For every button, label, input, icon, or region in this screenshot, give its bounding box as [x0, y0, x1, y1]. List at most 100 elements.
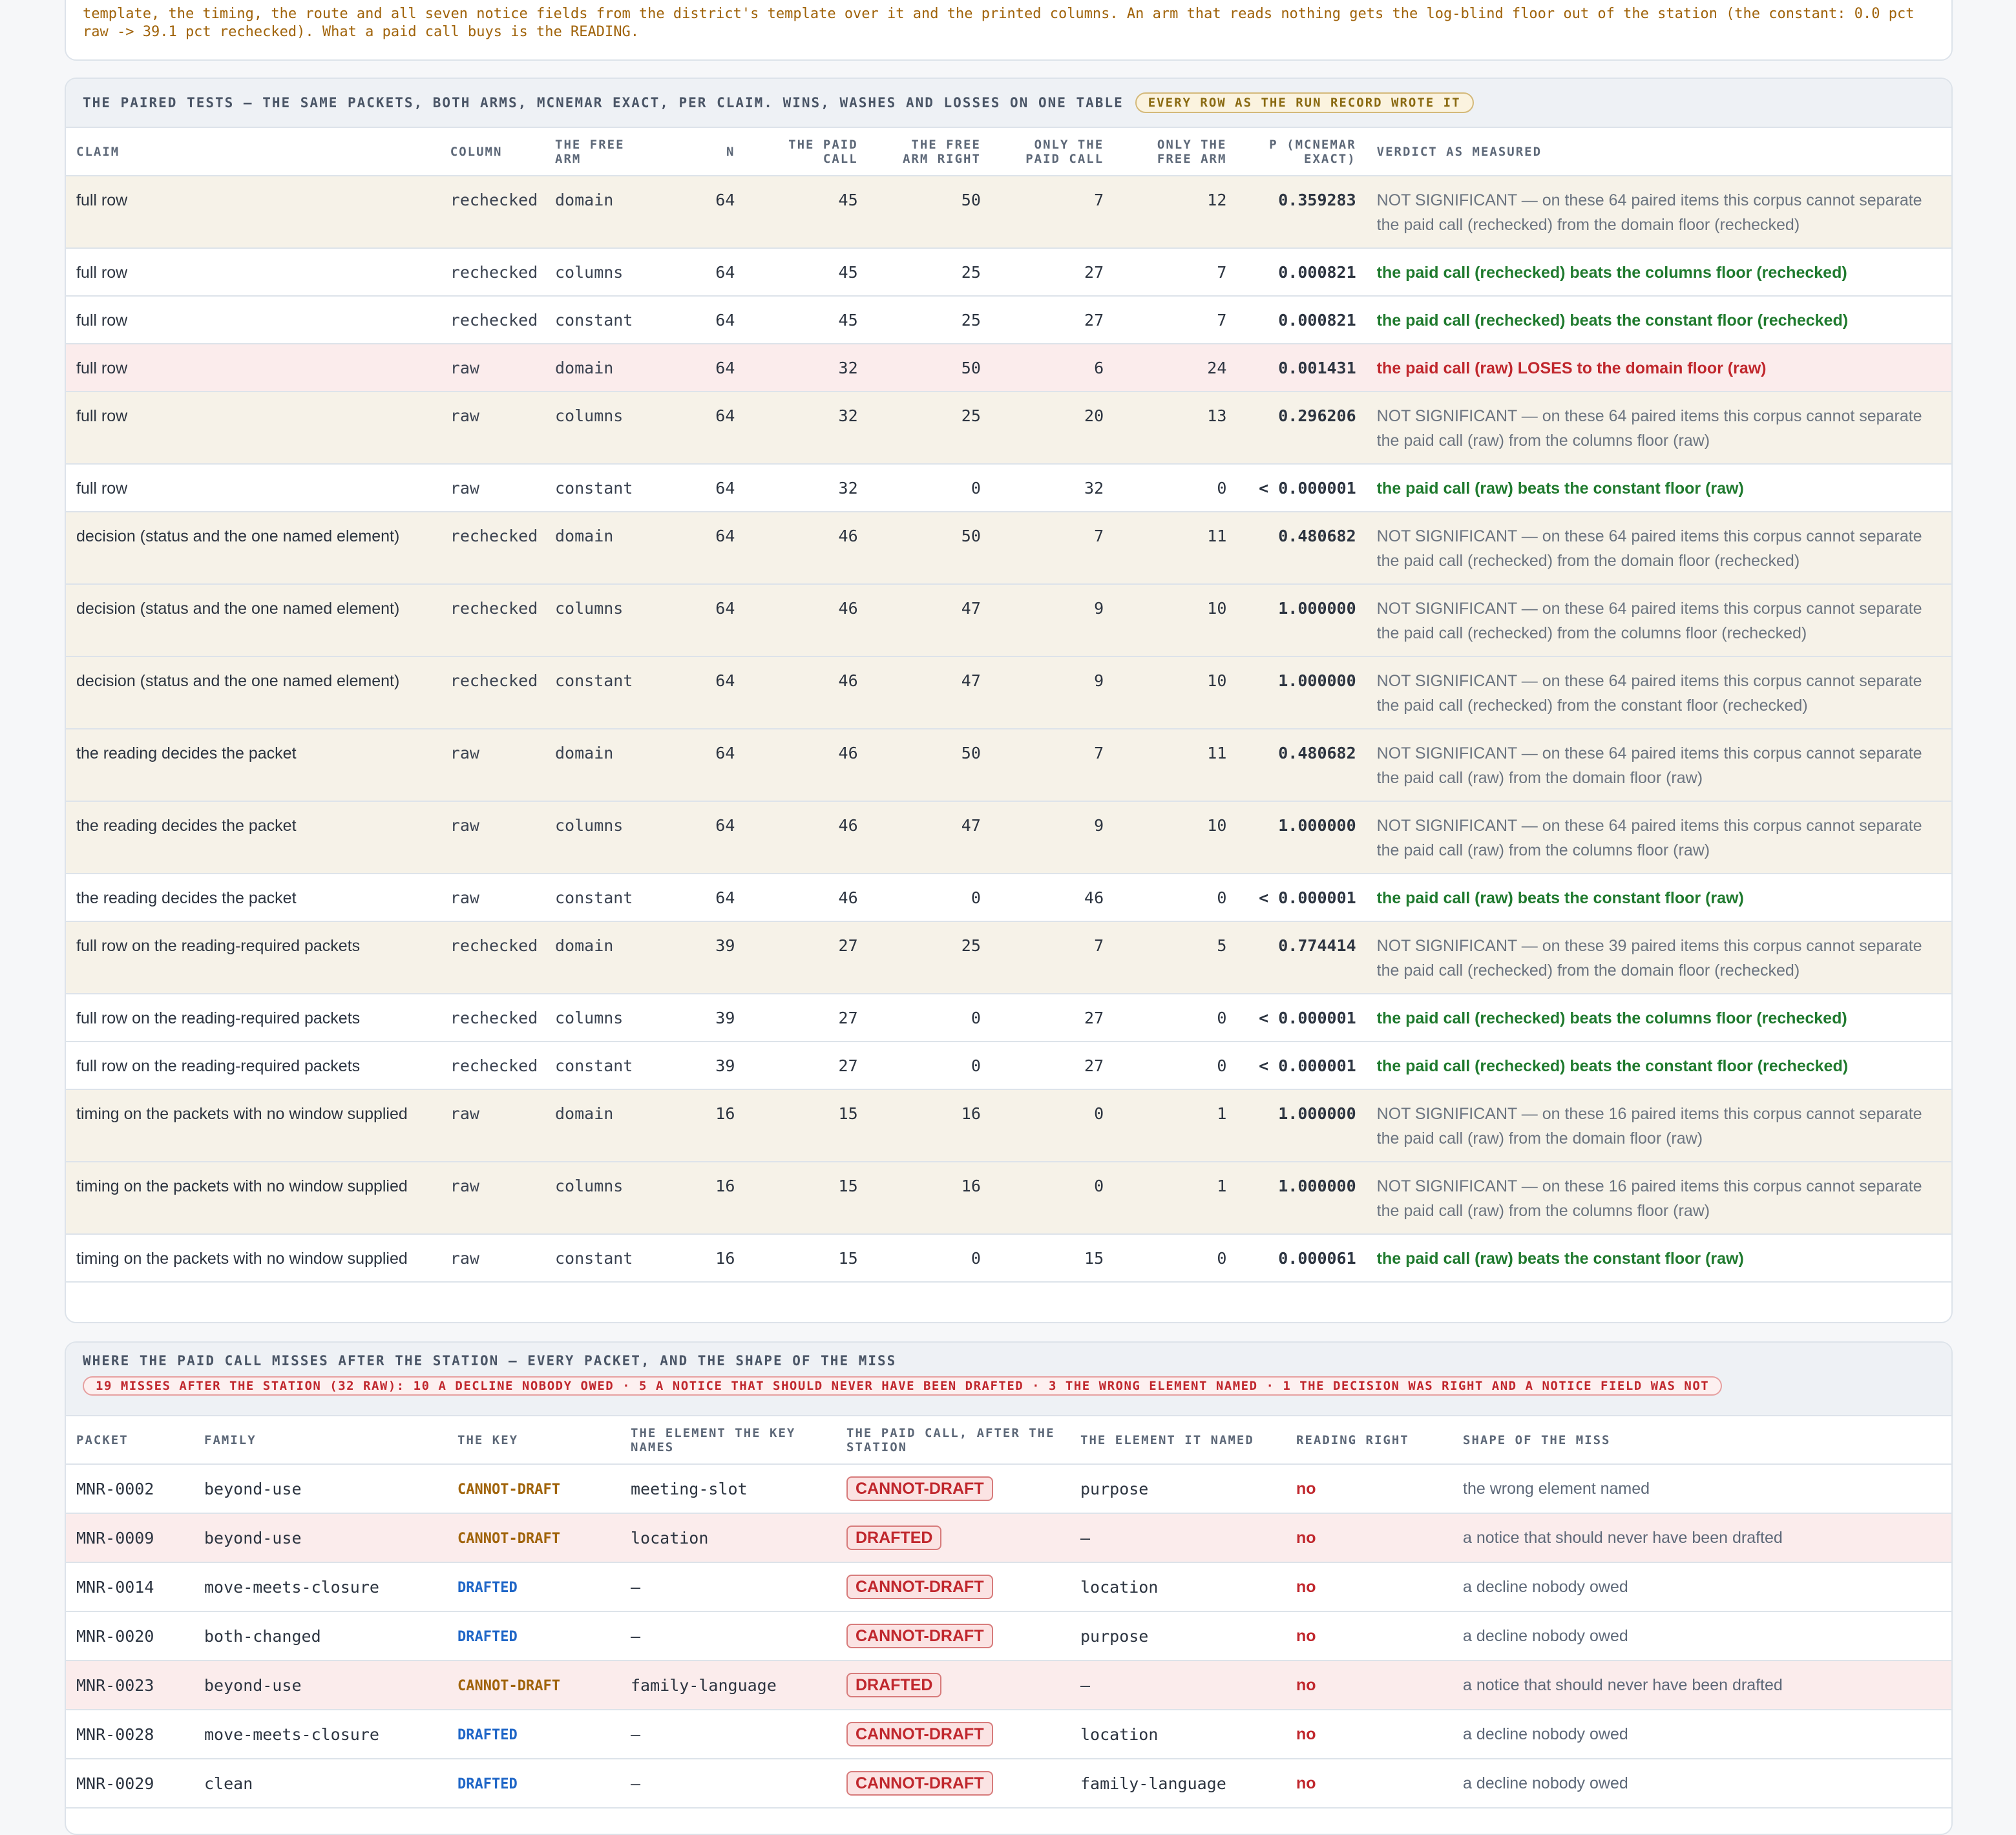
paid-call-cell: 27 — [745, 994, 868, 1042]
key-label: CANNOT-DRAFT — [457, 1530, 560, 1547]
paid-call-cell: 32 — [745, 392, 868, 465]
reading-right-value: no — [1296, 1577, 1316, 1596]
only-paid-cell: 0 — [991, 1089, 1115, 1162]
column-cell: rechecked — [439, 296, 545, 344]
miss-shape-cell: the wrong element named — [1453, 1464, 1951, 1514]
key-cell: DRAFTED — [447, 1562, 620, 1612]
misses-title: WHERE THE PAID CALL MISSES AFTER THE STA… — [83, 1353, 897, 1368]
p-value-cell: 0.359283 — [1237, 176, 1367, 249]
named-element-cell: purpose — [1070, 1611, 1286, 1661]
only-paid-cell: 27 — [991, 994, 1115, 1042]
only-paid-cell: 9 — [991, 584, 1115, 657]
free-arm-right-cell: 25 — [868, 296, 991, 344]
misses-summary-badge: 19 MISSES AFTER THE STATION (32 RAW): 10… — [83, 1376, 1723, 1396]
family-cell: beyond-use — [194, 1661, 447, 1710]
paid-call-cell: 27 — [745, 1042, 868, 1090]
paid-call-cell: 45 — [745, 176, 868, 249]
claim-cell: full row — [66, 176, 440, 249]
only-free-cell: 0 — [1114, 1234, 1237, 1283]
free-arm-cell: domain — [545, 344, 668, 392]
paid-after-station-cell: CANNOT-DRAFT — [836, 1611, 1070, 1661]
p-value-cell: 1.000000 — [1237, 656, 1367, 729]
only-free-cell: 0 — [1114, 994, 1237, 1042]
free-arm-right-cell: 25 — [868, 921, 991, 994]
free-arm-cell: domain — [545, 1089, 668, 1162]
verdict-cell: the paid call (raw) LOSES to the domain … — [1366, 344, 1951, 392]
family-cell: clean — [194, 1759, 447, 1809]
only-paid-cell: 32 — [991, 464, 1115, 512]
free-arm-cell: constant — [545, 296, 668, 344]
column-cell: rechecked — [439, 994, 545, 1042]
key-element-cell: — — [620, 1759, 836, 1809]
free-arm-cell: constant — [545, 1234, 668, 1283]
verdict-cell: NOT SIGNIFICANT — on these 64 paired ite… — [1366, 801, 1951, 874]
only-free-cell: 1 — [1114, 1089, 1237, 1162]
col-reading-right: READING RIGHT — [1286, 1416, 1453, 1465]
free-arm-right-cell: 0 — [868, 874, 991, 922]
miss-shape-cell: a decline nobody owed — [1453, 1562, 1951, 1612]
paired-tests-table: CLAIM COLUMN THE FREE ARM N THE PAID CAL… — [66, 128, 1951, 1283]
packet-cell: MNR-0002 — [66, 1464, 194, 1514]
misses-panel: WHERE THE PAID CALL MISSES AFTER THE STA… — [65, 1341, 1953, 1835]
reading-right-value: no — [1296, 1675, 1316, 1694]
only-paid-cell: 0 — [991, 1162, 1115, 1235]
free-arm-right-cell: 25 — [868, 392, 991, 465]
column-cell: rechecked — [439, 584, 545, 657]
reading-right-cell: no — [1286, 1513, 1453, 1563]
n-cell: 64 — [667, 729, 746, 802]
key-cell: CANNOT-DRAFT — [447, 1661, 620, 1710]
col-paid-after-station: THE PAID CALL, AFTER THE STATION — [836, 1416, 1070, 1465]
paired-tests-header: THE PAIRED TESTS — THE SAME PACKETS, BOT… — [66, 79, 1951, 128]
free-arm-right-cell: 16 — [868, 1089, 991, 1162]
p-value-cell: 0.774414 — [1237, 921, 1367, 994]
column-cell: raw — [439, 801, 545, 874]
reading-right-value: no — [1296, 1626, 1316, 1645]
paid-status-badge: CANNOT-DRAFT — [846, 1624, 993, 1648]
col-only-free: ONLY THE FREE ARM — [1114, 128, 1237, 176]
named-element-cell: purpose — [1070, 1464, 1286, 1514]
only-free-cell: 5 — [1114, 921, 1237, 994]
claim-cell: timing on the packets with no window sup… — [66, 1234, 440, 1283]
only-free-cell: 0 — [1114, 464, 1237, 512]
paired-tests-title: THE PAIRED TESTS — THE SAME PACKETS, BOT… — [83, 95, 1124, 110]
only-paid-cell: 9 — [991, 656, 1115, 729]
n-cell: 39 — [667, 994, 746, 1042]
note-text: template, the timing, the route and all … — [83, 6, 1915, 40]
only-free-cell: 0 — [1114, 874, 1237, 922]
reading-right-cell: no — [1286, 1710, 1453, 1759]
verdict-cell: NOT SIGNIFICANT — on these 39 paired ite… — [1366, 921, 1951, 994]
paired-row: decision (status and the one named eleme… — [66, 584, 1951, 657]
n-cell: 16 — [667, 1089, 746, 1162]
free-arm-cell: domain — [545, 176, 668, 249]
miss-row: MNR-0002 beyond-use CANNOT-DRAFT meeting-sl… — [66, 1464, 1951, 1514]
verdict-cell: NOT SIGNIFICANT — on these 64 paired ite… — [1366, 656, 1951, 729]
col-key: THE KEY — [447, 1416, 620, 1465]
miss-shape-cell: a decline nobody owed — [1453, 1611, 1951, 1661]
verdict-cell: NOT SIGNIFICANT — on these 16 paired ite… — [1366, 1089, 1951, 1162]
col-column: COLUMN — [439, 128, 545, 176]
key-cell: CANNOT-DRAFT — [447, 1464, 620, 1514]
n-cell: 64 — [667, 512, 746, 585]
col-named-element: THE ELEMENT IT NAMED — [1070, 1416, 1286, 1465]
packet-cell: MNR-0020 — [66, 1611, 194, 1661]
p-value-cell: 1.000000 — [1237, 801, 1367, 874]
only-paid-cell: 27 — [991, 1042, 1115, 1090]
free-arm-cell: constant — [545, 874, 668, 922]
free-arm-right-cell: 0 — [868, 994, 991, 1042]
free-arm-right-cell: 50 — [868, 344, 991, 392]
paid-call-cell: 46 — [745, 656, 868, 729]
p-value-cell: < 0.000001 — [1237, 464, 1367, 512]
reading-right-cell: no — [1286, 1759, 1453, 1809]
paired-row: full row on the reading-required packets… — [66, 921, 1951, 994]
paid-call-cell: 15 — [745, 1234, 868, 1283]
free-arm-cell: domain — [545, 512, 668, 585]
claim-cell: full row — [66, 392, 440, 465]
claim-cell: full row — [66, 248, 440, 297]
only-paid-cell: 9 — [991, 801, 1115, 874]
free-arm-cell: columns — [545, 801, 668, 874]
claim-cell: full row — [66, 464, 440, 512]
n-cell: 64 — [667, 464, 746, 512]
paid-call-cell: 46 — [745, 801, 868, 874]
verdict-cell: the paid call (rechecked) beats the cons… — [1366, 1042, 1951, 1090]
paid-call-cell: 27 — [745, 921, 868, 994]
